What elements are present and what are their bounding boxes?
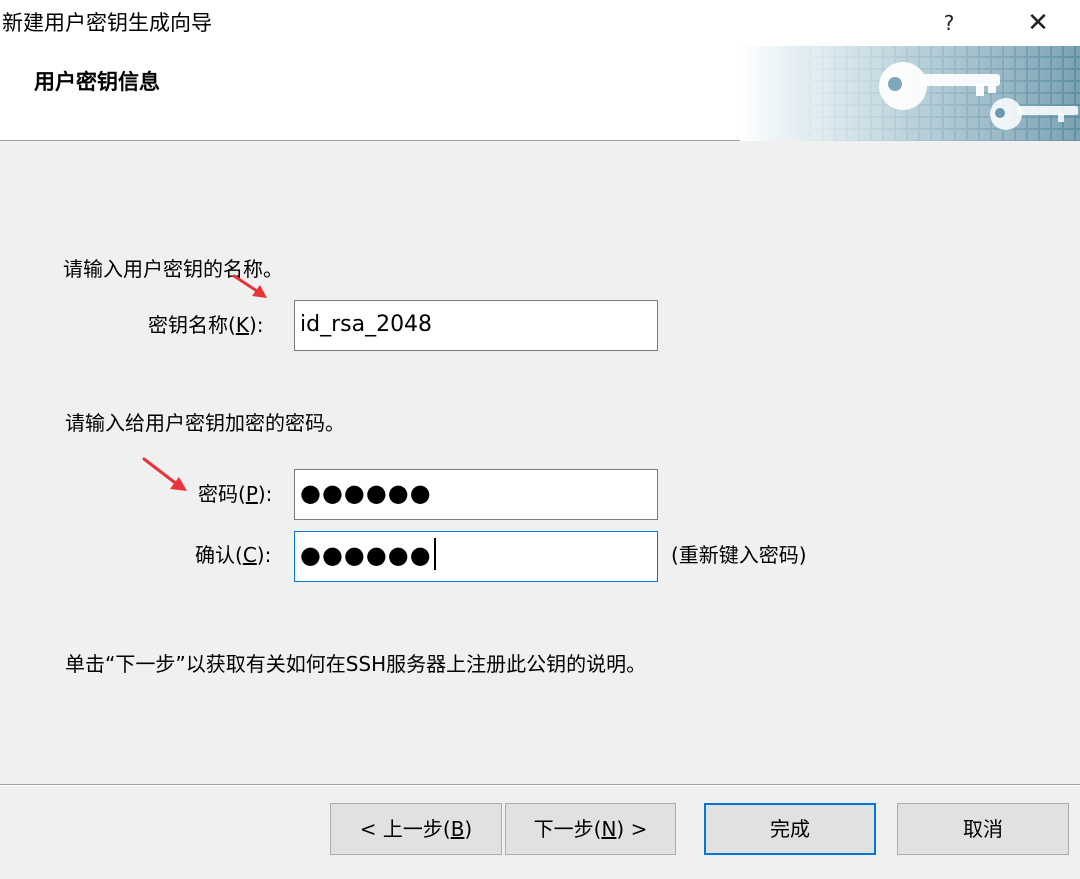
close-button[interactable]: ✕: [1015, 4, 1061, 42]
annotation-arrow-icon: [232, 274, 267, 298]
confirm-password-input[interactable]: ●●●●●●: [294, 531, 658, 582]
password-label: 密码(P):: [198, 482, 273, 506]
confirm-hint: (重新键入密码): [671, 543, 807, 567]
finish-button[interactable]: 完成: [704, 803, 876, 855]
annotation-arrow-icon: [142, 457, 187, 491]
title-bar: 新建用户密钥生成向导 ? ✕: [0, 0, 1080, 46]
footer-divider: [0, 784, 1080, 786]
help-button[interactable]: ?: [926, 4, 972, 42]
keys-banner-icon: [740, 46, 1080, 141]
next-step-note: 单击“下一步”以获取有关如何在SSH服务器上注册此公钥的说明。: [65, 652, 647, 676]
wizard-header: 用户密钥信息: [0, 46, 1080, 141]
next-button[interactable]: 下一步(N) >: [505, 803, 676, 855]
window-title: 新建用户密钥生成向导: [2, 11, 212, 35]
text-caret: [433, 538, 436, 570]
key-name-label: 密钥名称(K):: [148, 313, 264, 337]
page-title: 用户密钥信息: [34, 70, 160, 94]
key-generation-wizard-dialog: 新建用户密钥生成向导 ? ✕ 用户密钥信息 请输入用户密钥的名称。 密钥名称(K…: [0, 0, 1080, 879]
key-name-input[interactable]: id_rsa_2048: [294, 300, 658, 351]
cancel-button[interactable]: 取消: [897, 803, 1069, 855]
password-input[interactable]: ●●●●●●: [294, 469, 658, 520]
back-button[interactable]: < 上一步(B): [330, 803, 502, 855]
passphrase-instruction: 请输入给用户密钥加密的密码。: [65, 411, 345, 435]
confirm-label: 确认(C):: [195, 543, 272, 567]
